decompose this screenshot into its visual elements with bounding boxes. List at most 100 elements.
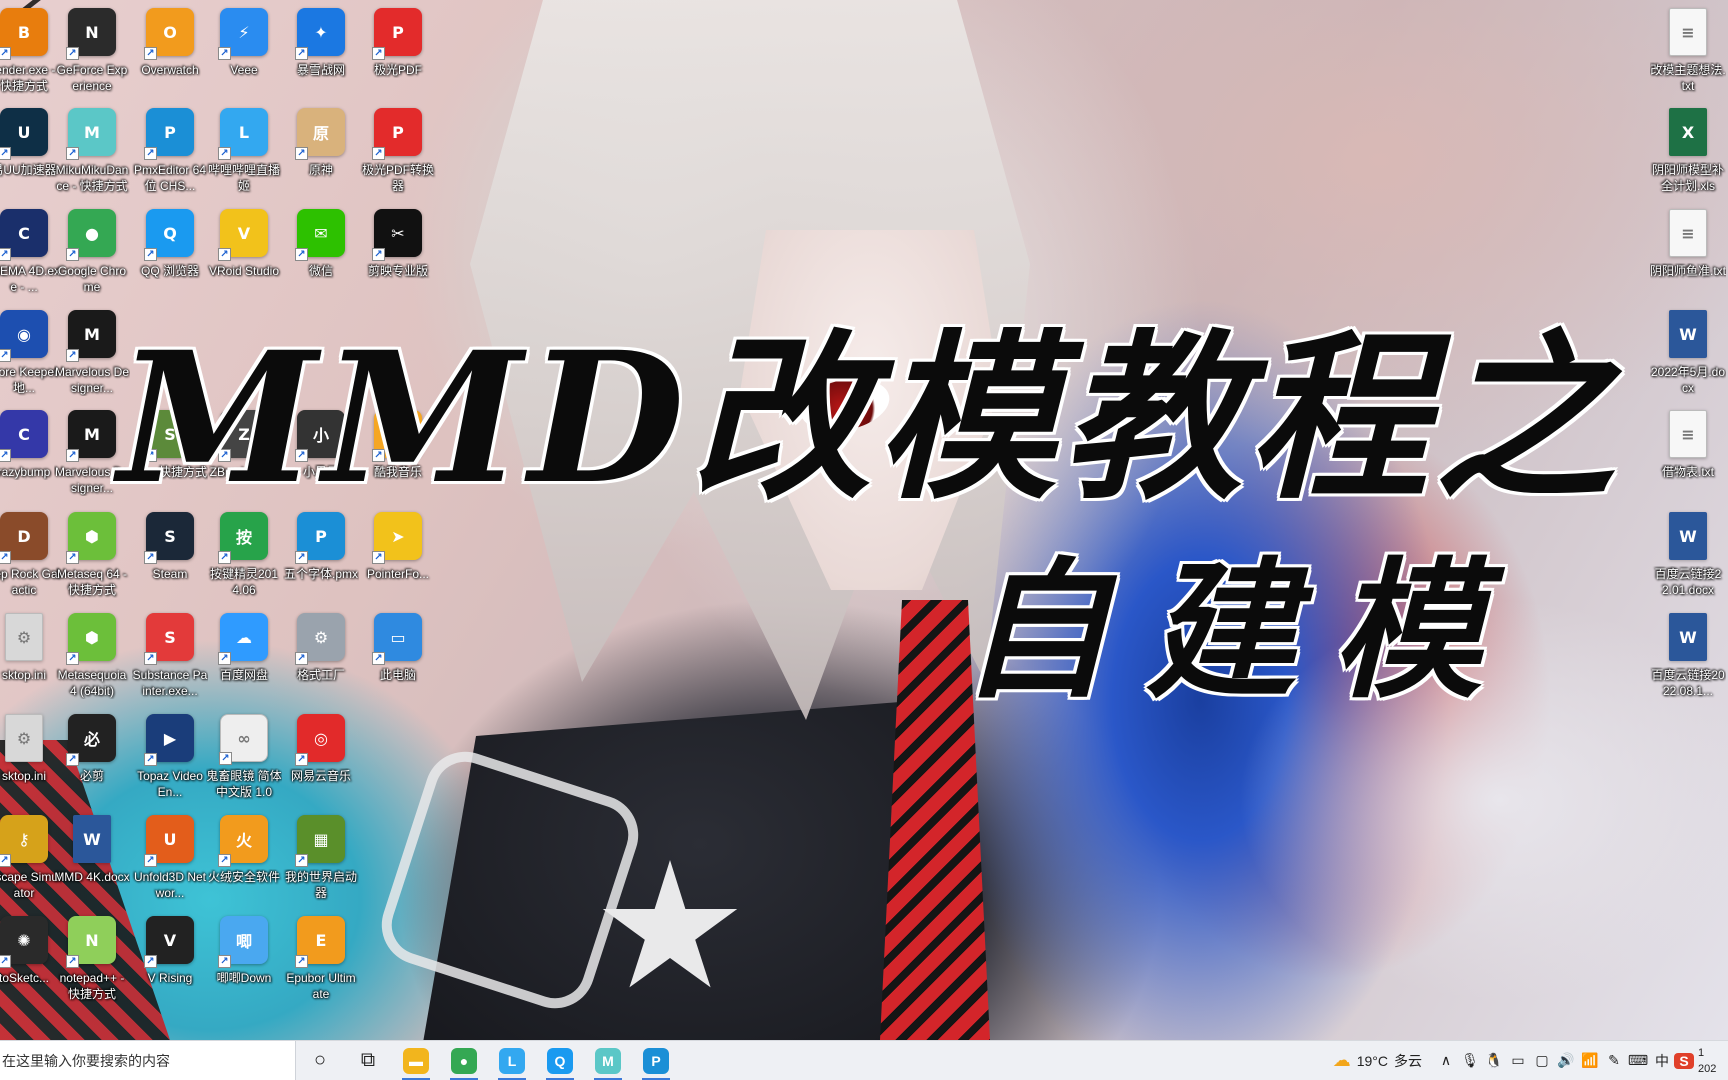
- taskbar-button[interactable]: ⧉: [344, 1041, 392, 1080]
- desktop-icon[interactable]: ✉ ↗ 微信: [283, 205, 359, 279]
- nvidia-icon: N ↗: [66, 8, 116, 60]
- desktop-icon[interactable]: B↗lender.exe - 快捷方式: [0, 4, 62, 94]
- desktop-icon-label: INEMA 4D.exe - ...: [0, 264, 61, 294]
- desktop-icon[interactable]: ✦ ↗ 暴雪战网: [283, 4, 359, 78]
- desktop-icon[interactable]: P ↗ 极光PDF: [360, 4, 436, 78]
- weather-widget[interactable]: ☁ 19°C 多云: [1325, 1050, 1434, 1071]
- desktop-icon-label: 格式工厂: [296, 668, 345, 682]
- battery-icon[interactable]: ▭: [1506, 1052, 1530, 1069]
- desktop-icon[interactable]: C↗INEMA 4D.exe - ...: [0, 205, 62, 295]
- shortcut-arrow-icon: ↗: [372, 551, 385, 564]
- shortcut-arrow-icon: ↗: [218, 955, 231, 968]
- desktop-icon[interactable]: ⚷↗Escape Simulator: [0, 811, 62, 901]
- txt-file-icon: ≡: [1669, 8, 1707, 56]
- desktop-icon[interactable]: ◉↗Core Keeper 地...: [0, 306, 62, 396]
- network-icon[interactable]: 📶: [1578, 1052, 1602, 1069]
- wps-tray-icon[interactable]: S: [1674, 1052, 1694, 1069]
- desktop-icon-label: 我的世界启动器: [284, 870, 357, 900]
- desktop-icon[interactable]: E ↗ Epubor Ultimate: [283, 912, 359, 1002]
- desktop-icon[interactable]: ✂ ↗ 剪映专业版: [360, 205, 436, 279]
- desktop-icon[interactable]: ≡ 阴阳师鱼准.txt: [1650, 205, 1726, 279]
- desktop-icon[interactable]: ✺ ↗ toSketc...: [0, 912, 62, 986]
- shortcut-arrow-icon: ↗: [144, 652, 157, 665]
- input-method-icon[interactable]: 中: [1650, 1051, 1674, 1071]
- desktop-icon[interactable]: W MMD 4K.docx: [54, 811, 130, 885]
- desktop-icon-label: Core Keeper 地...: [0, 365, 59, 395]
- desktop-icon[interactable]: ◎ ↗ 网易云音乐: [283, 710, 359, 784]
- taskbar-button[interactable]: ●: [440, 1041, 488, 1080]
- substance-icon: S ↗: [144, 613, 194, 665]
- volume-icon[interactable]: 🔊: [1554, 1052, 1578, 1069]
- desktop-icon-label: 唧唧Down: [216, 971, 272, 985]
- desktop-icon[interactable]: ⚡ ↗ Veee: [206, 4, 282, 78]
- weather-desc: 多云: [1394, 1052, 1422, 1069]
- desktop-icon-label: MikuMikuDance - 快捷方式: [55, 163, 129, 193]
- desktop-icon[interactable]: 火 ↗ 火绒安全软件: [206, 811, 282, 885]
- desktop-icon[interactable]: X 阴阳师模型补全计划.xls: [1650, 104, 1726, 194]
- blender-icon: B ↗: [0, 8, 48, 60]
- desktop-icon[interactable]: W 百度云链接22.01.docx: [1650, 508, 1726, 598]
- show-hidden-icons-icon[interactable]: ∧: [1434, 1052, 1458, 1069]
- desktop-icon[interactable]: S ↗ Substance Painter.exe...: [132, 609, 208, 699]
- taskbar-button[interactable]: L: [488, 1041, 536, 1080]
- desktop-icon[interactable]: P ↗ PmxEditor 64位 CHS...: [132, 104, 208, 194]
- desktop-icon[interactable]: W 百度云链接2022.08.1...: [1650, 609, 1726, 699]
- taskbar-button[interactable]: ○: [296, 1041, 344, 1080]
- desktop-icon-label: Metaseq 64 - 快捷方式: [56, 567, 128, 597]
- desktop-icon[interactable]: O ↗ Overwatch: [132, 4, 208, 78]
- desktop-icon[interactable]: ▶ ↗ Topaz Video En...: [132, 710, 208, 800]
- desktop-icon[interactable]: ∞ ↗ 鬼畜眼镜 简体中文版 1.0: [206, 710, 282, 800]
- shortcut-arrow-icon: ↗: [144, 248, 157, 261]
- desktop-icon[interactable]: M ↗ MikuMikuDance - 快捷方式: [54, 104, 130, 194]
- desktop-icon[interactable]: ⬢ ↗ Metasequoia 4 (64bit): [54, 609, 130, 699]
- desktop-icon-label: 网易云音乐: [290, 769, 351, 783]
- desktop-icon[interactable]: 必 ↗ 必剪: [54, 710, 130, 784]
- taskbar-search-input[interactable]: 在这里输入你要搜索的内容: [0, 1040, 296, 1080]
- video-title-line1: MMD改模教程之: [118, 313, 1621, 524]
- search-placeholder: 在这里输入你要搜索的内容: [2, 1052, 170, 1069]
- shortcut-arrow-icon: ↗: [144, 753, 157, 766]
- taskbar-button[interactable]: ▬: [392, 1041, 440, 1080]
- desktop-icon-label: V Rising: [147, 971, 193, 985]
- taskbar-clock[interactable]: 1 202: [1698, 1041, 1728, 1080]
- desktop-icon[interactable]: ≡ 改模主题想法.txt: [1650, 4, 1726, 94]
- keyboard-icon[interactable]: ⌨: [1626, 1052, 1650, 1069]
- desktop-icon[interactable]: D↗eep Rock Galactic: [0, 508, 62, 598]
- desktop-icon[interactable]: N ↗ notepad++ - 快捷方式: [54, 912, 130, 1002]
- desktop-icon[interactable]: L ↗ 哔哩哔哩直播姬: [206, 104, 282, 194]
- desktop-icon[interactable]: ⚙ sktop.ini: [0, 609, 62, 683]
- desktop-icon[interactable]: ▦ ↗ 我的世界启动器: [283, 811, 359, 901]
- desktop-icon[interactable]: ⚙ sktop.ini: [0, 710, 62, 784]
- desktop-icon-label: 火绒安全软件: [207, 870, 280, 884]
- desktop-icon[interactable]: P ↗ 极光PDF转换器: [360, 104, 436, 194]
- desktop-icon[interactable]: ≡ 借物表.txt: [1650, 406, 1726, 480]
- microphone-icon[interactable]: 🎙: [1458, 1052, 1482, 1069]
- desktop-icon[interactable]: W 2022年5月.docx: [1650, 306, 1726, 396]
- baidu-netdisk-icon: ☁ ↗: [218, 613, 268, 665]
- cinema4d-icon: C ↗: [0, 209, 48, 261]
- desktop-icon[interactable]: ☁ ↗ 百度网盘: [206, 609, 282, 683]
- desktop-icon[interactable]: N ↗ GeForce Experience: [54, 4, 130, 94]
- desktop-icon[interactable]: ▭ ↗ 此电脑: [360, 609, 436, 683]
- pen-icon[interactable]: ✎: [1602, 1052, 1626, 1069]
- desktop-icon[interactable]: 原 ↗ 原神: [283, 104, 359, 178]
- desktop-icon[interactable]: C ↗ razybump: [0, 406, 62, 480]
- desktop-icon[interactable]: Q ↗ QQ 浏览器: [132, 205, 208, 279]
- shortcut-arrow-icon: ↗: [295, 652, 308, 665]
- display-icon[interactable]: ▢: [1530, 1052, 1554, 1069]
- taskbar-button[interactable]: Q: [536, 1041, 584, 1080]
- qq-tray-icon[interactable]: 🐧: [1482, 1052, 1506, 1069]
- desktop-icon[interactable]: U↗ 易UU加速器: [0, 104, 62, 178]
- desktop-icon[interactable]: U ↗ Unfold3D Networ...: [132, 811, 208, 901]
- desktop-icon-label: 极光PDF转换器: [361, 163, 434, 193]
- desktop-icon[interactable]: ⚙ ↗ 格式工厂: [283, 609, 359, 683]
- desktop-icon[interactable]: V ↗ VRoid Studio: [206, 205, 282, 279]
- desktop-icon[interactable]: 唧 ↗ 唧唧Down: [206, 912, 282, 986]
- taskbar-button[interactable]: M: [584, 1041, 632, 1080]
- shortcut-arrow-icon: ↗: [0, 147, 11, 160]
- shortcut-arrow-icon: ↗: [0, 955, 11, 968]
- desktop-icon[interactable]: V ↗ V Rising: [132, 912, 208, 986]
- taskbar-button[interactable]: P: [632, 1041, 680, 1080]
- core-keeper-icon: ◉ ↗: [0, 310, 48, 362]
- shortcut-arrow-icon: ↗: [218, 652, 231, 665]
